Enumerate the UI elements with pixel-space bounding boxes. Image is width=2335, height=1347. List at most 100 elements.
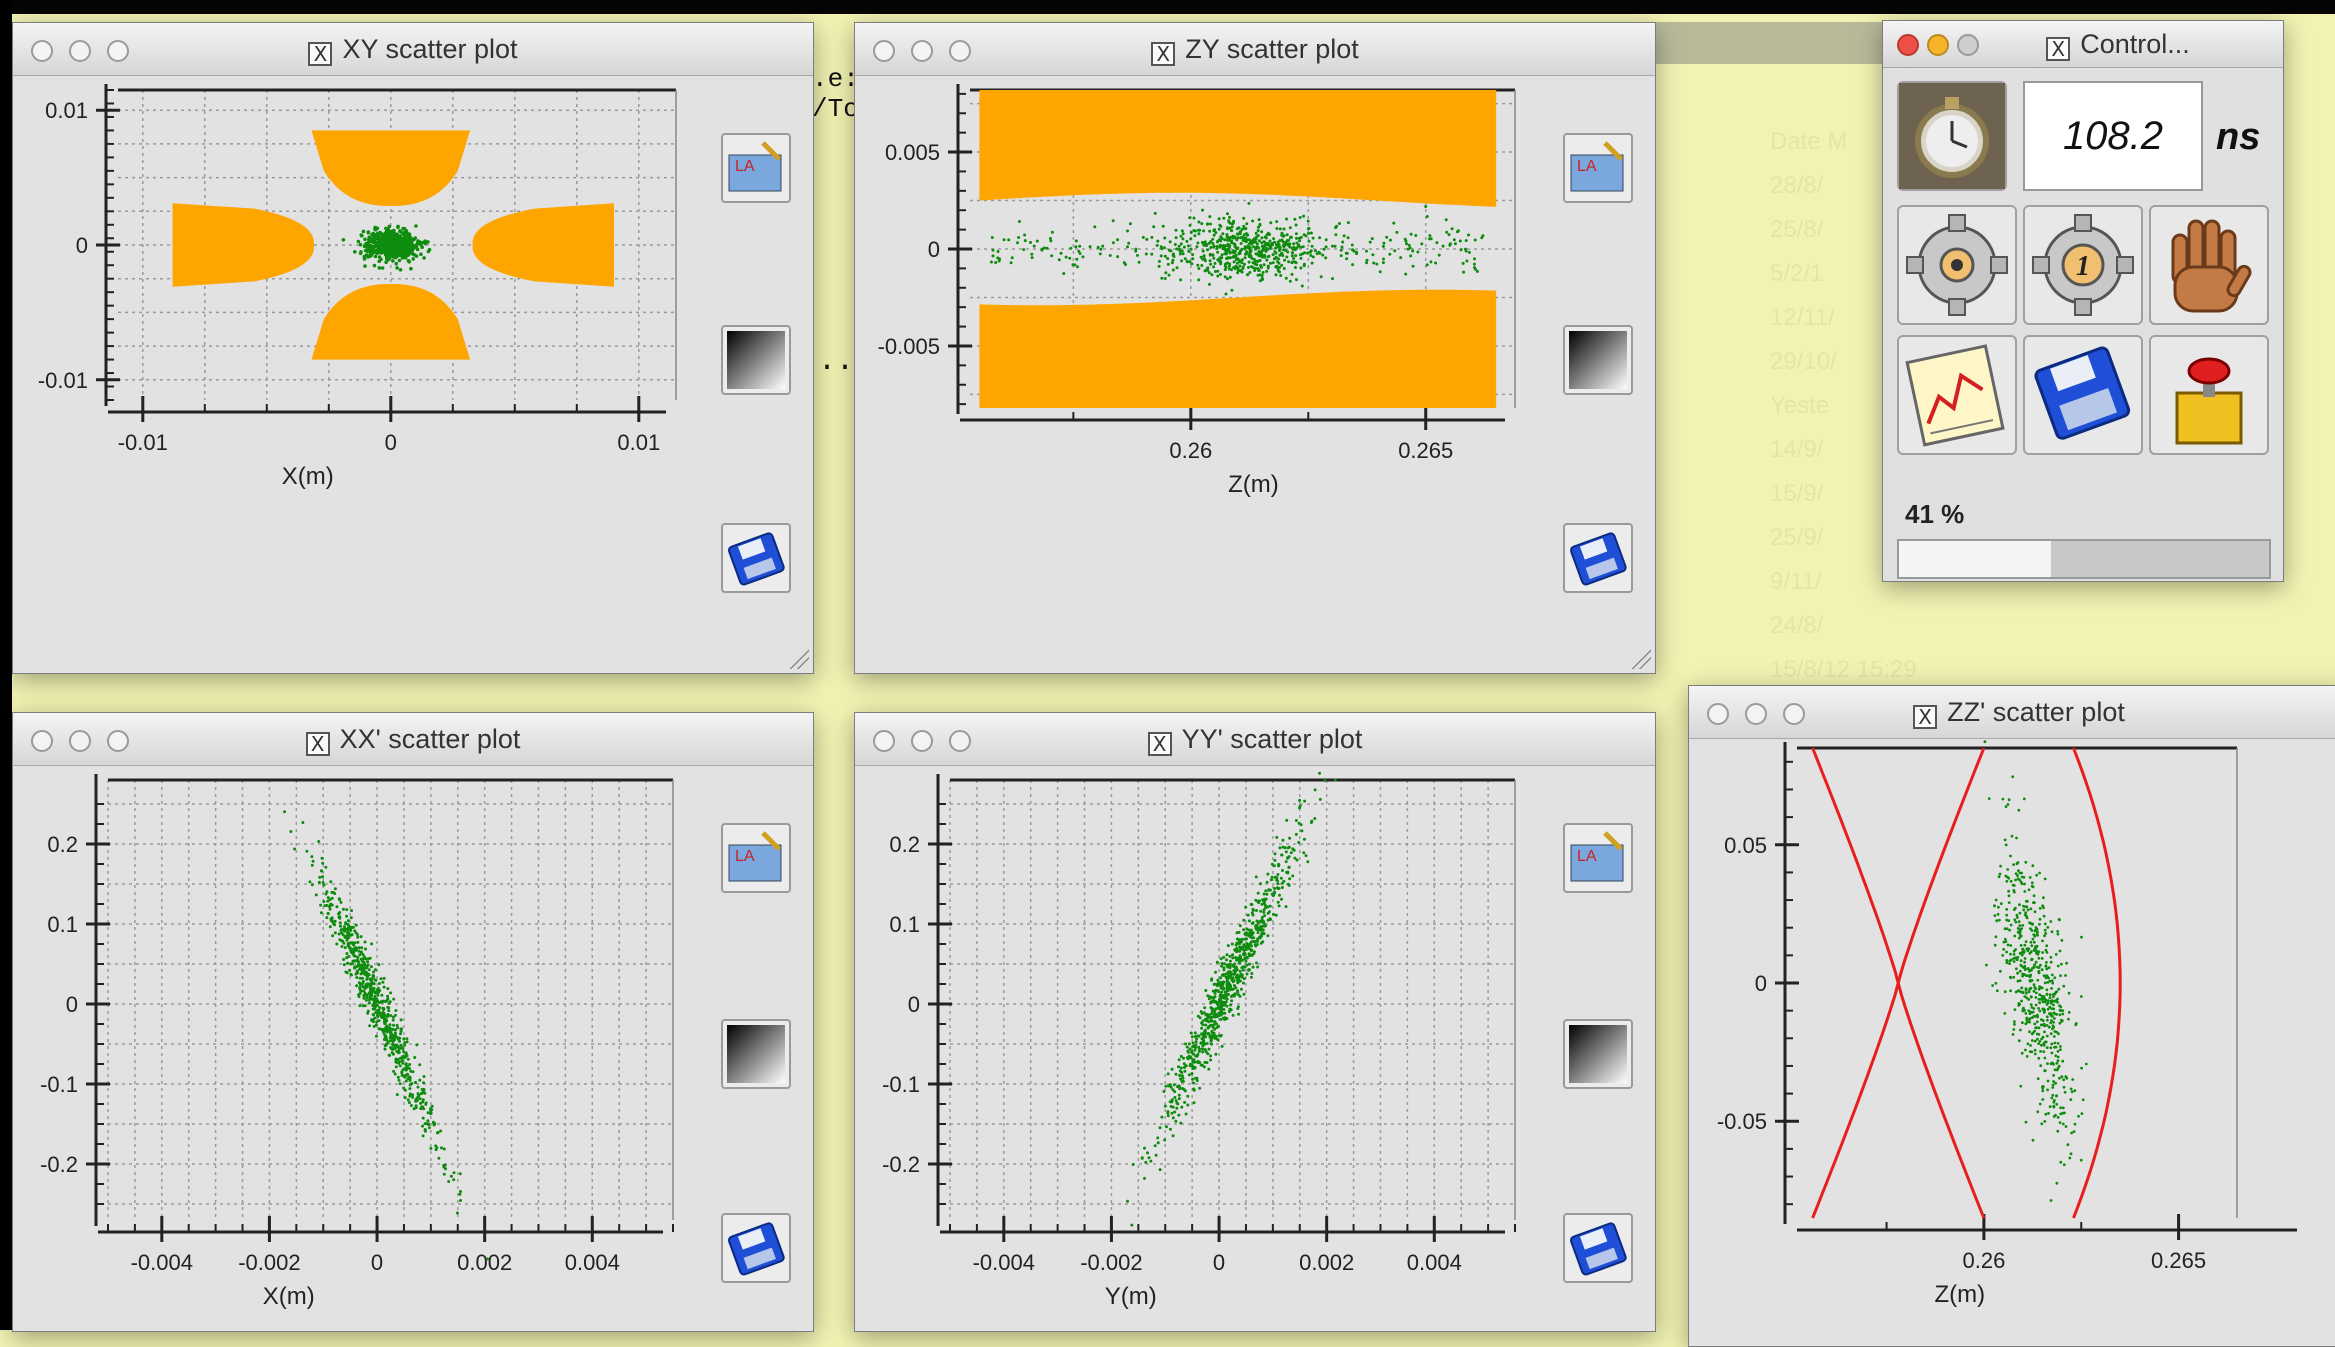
scatter-point [1260,236,1264,240]
x-tick-label: 0.004 [565,1250,620,1275]
stopwatch-button[interactable] [1897,81,2007,191]
scatter-point [1130,1223,1134,1227]
window-titlebar[interactable]: X ZZ' scatter plot [1689,686,2335,739]
scatter-point [1224,1000,1228,1004]
zy-scatter-window[interactable]: X ZY scatter plot 0.005 0 -0.005 0.26 0.265 Z(… [854,22,1656,674]
y-tick-label: 0.005 [885,140,940,165]
scatter-point [2006,803,2010,806]
scatter-point [1009,261,1013,265]
save-button[interactable] [1563,523,1633,593]
save-button[interactable] [721,1213,791,1283]
scatter-point [386,994,390,998]
gradient-button[interactable] [721,1019,791,1089]
scatter-point [420,1091,424,1095]
window-titlebar[interactable]: X YY' scatter plot [855,713,1655,766]
scatter-point [351,959,355,963]
scatter-point [379,249,383,253]
scatter-point [1983,740,1987,744]
scatter-point [2023,943,2027,947]
scatter-point [2050,1019,2053,1022]
scatter-point [2047,966,2051,970]
scatter-point [2017,1004,2021,1007]
gradient-button[interactable] [1563,1019,1633,1089]
scatter-point [330,918,334,922]
gradient-button[interactable] [721,325,791,395]
laby-button[interactable]: LA [721,133,791,203]
scatter-point [354,931,358,935]
scatter-point [1214,970,1217,974]
scatter-point [1269,221,1273,225]
scatter-point [328,925,332,929]
scatter-point [1260,241,1264,245]
x11-icon: X [1151,42,1176,66]
resize-handle[interactable] [787,647,809,669]
scatter-point [2077,1114,2080,1118]
scatter-point [1161,224,1165,228]
scatter-point [1140,1156,1144,1160]
scatter-point [404,1079,408,1083]
scatter-point [1265,892,1269,896]
close-button[interactable] [1897,34,1919,56]
scatter-point [2071,1078,2075,1081]
scatter-point [1281,845,1285,849]
zzp-scatter-window[interactable]: X ZZ' scatter plot 0.05 0 -0.05 0.26 0.265 Z(m… [1688,685,2335,1347]
scatter-point [390,229,395,233]
control-window[interactable]: X Control... 108.2 ns 1 41 % [1882,20,2284,582]
scatter-point [2032,989,2036,993]
chart-button[interactable] [1897,335,2017,455]
scatter-point [1295,236,1298,240]
scatter-point [1197,278,1201,282]
scatter-point [366,230,371,234]
scatter-point [289,830,293,833]
scatter-point [1158,1126,1162,1130]
laby-button[interactable]: LA [1563,823,1633,893]
gradient-button[interactable] [1563,325,1633,395]
scatter-point [1023,239,1027,243]
scatter-point [1078,244,1082,248]
scatter-point [345,908,349,912]
scatter-point [1247,953,1251,957]
scatter-point [1260,230,1264,234]
scatter-point [404,1062,408,1066]
save-button[interactable] [1563,1213,1633,1283]
laby-button[interactable]: LA [1563,133,1633,203]
scatter-point [2038,993,2042,997]
scatter-point [1279,252,1283,256]
window-titlebar[interactable]: X XX' scatter plot [13,713,813,766]
window-titlebar[interactable]: X ZY scatter plot [855,23,1655,76]
scatter-point [1269,246,1273,250]
scatter-point [1236,236,1240,240]
x11-icon: X [1147,732,1172,756]
scatter-point [2033,1052,2037,1056]
step-button[interactable]: 1 [2023,205,2143,325]
save-button[interactable] [2023,335,2143,455]
scatter-point [1173,1096,1177,1099]
save-button[interactable] [721,523,791,593]
scatter-point [1302,214,1306,218]
scatter-point [383,1022,387,1025]
xy-scatter-window[interactable]: X XY scatter plot 0.01 0 -0.01 -0.01 0 0.01 X(m… [12,22,814,674]
scatter-point [1273,250,1277,254]
scatter-point [1274,265,1278,269]
scatter-point [1262,924,1266,928]
xxp-scatter-window[interactable]: X XX' scatter plot 0.2 0.1 0 -0.1 -0.2 -0.004-… [12,712,814,1332]
scatter-point [396,224,400,229]
laby-button[interactable]: LA [721,823,791,893]
scatter-point [411,257,416,261]
window-titlebar[interactable]: X XY scatter plot [13,23,813,76]
scatter-point [1244,945,1248,949]
resize-handle[interactable] [1629,647,1651,669]
scatter-point [1994,935,1998,939]
window-titlebar[interactable]: X Control... [1883,21,2283,68]
minimize-button[interactable] [1927,34,1949,56]
stop-button[interactable] [2149,205,2269,325]
emergency-stop-button[interactable] [2149,335,2269,455]
run-button[interactable] [1897,205,2017,325]
scatter-point [2001,954,2005,957]
scatter-point [1213,1036,1217,1040]
scatter-point [1293,260,1297,264]
yyp-scatter-window[interactable]: X YY' scatter plot 0.2 0.1 0 -0.1 -0.2 -0.004-… [854,712,1656,1332]
scatter-point [1262,892,1266,896]
scatter-point [1341,240,1345,244]
scatter-point [1258,223,1262,227]
